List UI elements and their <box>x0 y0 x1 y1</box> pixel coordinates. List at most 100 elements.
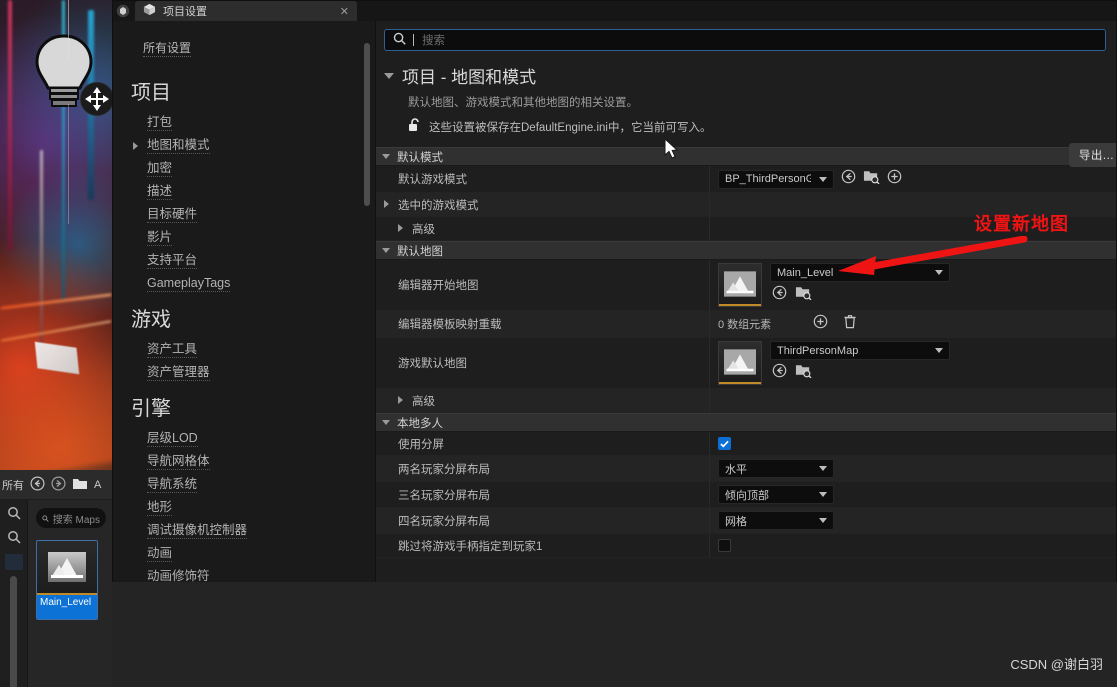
tab-project-settings[interactable]: 项目设置 ✕ <box>135 1 357 21</box>
sidebar-item-encryption[interactable]: 加密 <box>113 157 375 180</box>
chevron-down-icon[interactable] <box>819 176 827 182</box>
sidebar-item-animation-modifiers[interactable]: 动画修饰符 <box>113 565 375 583</box>
chevron-down-icon[interactable] <box>384 72 394 79</box>
reset-icon[interactable] <box>841 169 856 189</box>
section-header[interactable]: 默认地图 <box>376 241 1116 260</box>
light-cord <box>68 0 69 60</box>
light-actor[interactable] <box>24 0 112 224</box>
content-browser-toolbar[interactable]: 所有 A <box>0 470 112 500</box>
add-icon[interactable] <box>813 314 828 334</box>
sidebar-item-navigation-system[interactable]: 导航系统 <box>113 473 375 496</box>
search-input[interactable]: 搜索 <box>384 29 1106 51</box>
tree-item[interactable] <box>4 554 23 570</box>
level-viewport[interactable] <box>0 0 112 470</box>
tree-filter-icon[interactable] <box>0 530 27 544</box>
chevron-down-icon[interactable] <box>935 270 943 275</box>
trash-icon[interactable] <box>843 314 857 334</box>
sidebar-item-movies[interactable]: 影片 <box>113 226 375 249</box>
chevron-down-icon[interactable] <box>819 492 827 497</box>
combo-value: 网格 <box>725 515 747 528</box>
property-row-editor-template-map-overrides[interactable]: 编辑器模板映射重载 0 数组元素 <box>376 311 1116 338</box>
combo-four-player-layout[interactable]: 网格 <box>718 511 834 530</box>
asset-tile-main-level[interactable]: Main_Level <box>36 540 98 620</box>
checkbox-skip-assigning-gamepad[interactable] <box>718 539 731 552</box>
chevron-right-icon[interactable] <box>398 395 403 404</box>
sidebar-item-debug-camera-controller[interactable]: 调试摄像机控制器 <box>113 519 375 542</box>
back-arrow-icon[interactable] <box>30 475 45 494</box>
content-browser-search-input[interactable]: 搜索 Maps <box>36 508 106 528</box>
asset-combo-default-game-mode[interactable]: BP_ThirdPersonGa <box>718 169 834 189</box>
sidebar-item-hierarchical-lod[interactable]: 层级LOD <box>113 427 375 450</box>
sidebar-item-all-settings[interactable]: 所有设置 <box>113 35 375 68</box>
property-row-use-splitscreen[interactable]: 使用分屏 <box>376 432 1116 456</box>
page-title: 项目 - 地图和模式 <box>402 68 537 87</box>
property-row-skip-assigning-gamepad[interactable]: 跳过将游戏手柄指定到玩家1 <box>376 534 1116 558</box>
content-browser-body: 搜索 Maps Main_Level <box>0 500 112 687</box>
move-gizmo-icon[interactable] <box>80 82 112 116</box>
section-header[interactable]: 本地多人 <box>376 413 1116 432</box>
browse-icon[interactable] <box>795 285 812 305</box>
folder-icon[interactable] <box>72 477 88 493</box>
section-header[interactable]: 默认模式 <box>376 147 1116 166</box>
sidebar-item-asset-tools[interactable]: 资产工具 <box>113 338 375 361</box>
chevron-down-icon[interactable] <box>382 248 390 253</box>
add-icon[interactable] <box>887 169 902 189</box>
tree-scrollbar[interactable] <box>10 576 17 687</box>
chevron-down-icon[interactable] <box>935 348 943 353</box>
asset-label: Main_Level <box>37 595 97 619</box>
browse-icon[interactable] <box>795 363 812 383</box>
content-browser[interactable]: 所有 A 搜索 Maps Main_Level <box>0 470 112 687</box>
browse-icon[interactable] <box>863 169 880 189</box>
close-icon[interactable]: ✕ <box>340 5 349 18</box>
property-row-editor-startup-map[interactable]: 编辑器开始地图 Main_Level <box>376 260 1116 311</box>
sidebar-item-navigation-mesh[interactable]: 导航网格体 <box>113 450 375 473</box>
chevron-right-icon[interactable] <box>384 199 389 208</box>
property-row-four-player-layout[interactable]: 四名玩家分屏布局 网格 <box>376 508 1116 534</box>
property-value <box>710 432 1116 455</box>
sidebar-item-packaging[interactable]: 打包 <box>113 111 375 134</box>
sidebar-item-gameplaytags[interactable]: GameplayTags <box>113 272 375 295</box>
property-row-game-default-map[interactable]: 游戏默认地图 ThirdPersonMap <box>376 338 1116 389</box>
content-browser-grid[interactable]: 搜索 Maps Main_Level <box>28 500 112 687</box>
sidebar-item-description[interactable]: 描述 <box>113 180 375 203</box>
chevron-down-icon[interactable] <box>819 518 827 523</box>
chevron-down-icon[interactable] <box>382 154 390 159</box>
chevron-right-icon[interactable] <box>133 142 138 150</box>
property-row-three-player-layout[interactable]: 三名玩家分屏布局 倾向顶部 <box>376 482 1116 508</box>
property-label-text: 四名玩家分屏布局 <box>398 515 490 528</box>
chevron-down-icon[interactable] <box>382 420 390 425</box>
map-combo-editor-startup[interactable]: Main_Level <box>770 263 950 282</box>
chevron-right-icon[interactable] <box>398 223 403 232</box>
chevron-down-icon[interactable] <box>819 466 827 471</box>
sidebar-item-animation[interactable]: 动画 <box>113 542 375 565</box>
sidebar-item-label: 描述 <box>147 184 173 200</box>
property-row-two-player-layout[interactable]: 两名玩家分屏布局 水平 <box>376 456 1116 482</box>
content-browser-tree[interactable] <box>0 500 28 687</box>
project-settings-window[interactable]: 项目设置 ✕ 所有设置 项目 打包 地图和模式 加密 描述 目标硬件 影片 支持… <box>112 0 1117 583</box>
map-thumbnail-icon[interactable] <box>718 341 762 385</box>
settings-sidebar[interactable]: 所有设置 项目 打包 地图和模式 加密 描述 目标硬件 影片 支持平台 Game… <box>113 21 376 583</box>
window-titlebar[interactable]: 项目设置 ✕ <box>113 1 1116 21</box>
sidebar-item-asset-manager[interactable]: 资产管理器 <box>113 361 375 384</box>
combo-three-player-layout[interactable]: 倾向顶部 <box>718 485 834 504</box>
property-row-advanced-maps[interactable]: 高级 <box>376 389 1116 413</box>
property-value: 0 数组元素 <box>710 311 1116 337</box>
sidebar-item-landscape[interactable]: 地形 <box>113 496 375 519</box>
property-label: 编辑器开始地图 <box>376 260 710 310</box>
sidebar-item-supported-platforms[interactable]: 支持平台 <box>113 249 375 272</box>
reset-icon[interactable] <box>772 363 787 383</box>
sidebar-item-target-hardware[interactable]: 目标硬件 <box>113 203 375 226</box>
forward-arrow-icon[interactable] <box>51 475 66 494</box>
map-combo-game-default[interactable]: ThirdPersonMap <box>770 341 950 360</box>
content-browser-all-label[interactable]: 所有 <box>2 477 24 493</box>
tree-search-icon[interactable] <box>0 506 27 520</box>
combo-two-player-layout[interactable]: 水平 <box>718 459 834 478</box>
property-row-default-game-mode[interactable]: 默认游戏模式 BP_ThirdPersonGa <box>376 166 1116 193</box>
map-thumbnail-icon[interactable] <box>718 263 762 307</box>
sidebar-item-maps-and-modes[interactable]: 地图和模式 <box>113 134 375 157</box>
reset-icon[interactable] <box>772 285 787 305</box>
content-browser-path-label[interactable]: A <box>94 479 101 491</box>
checkbox-use-splitscreen[interactable] <box>718 437 731 450</box>
export-button[interactable]: 导出... <box>1068 143 1116 167</box>
sidebar-item-label: 导航网格体 <box>147 454 210 470</box>
